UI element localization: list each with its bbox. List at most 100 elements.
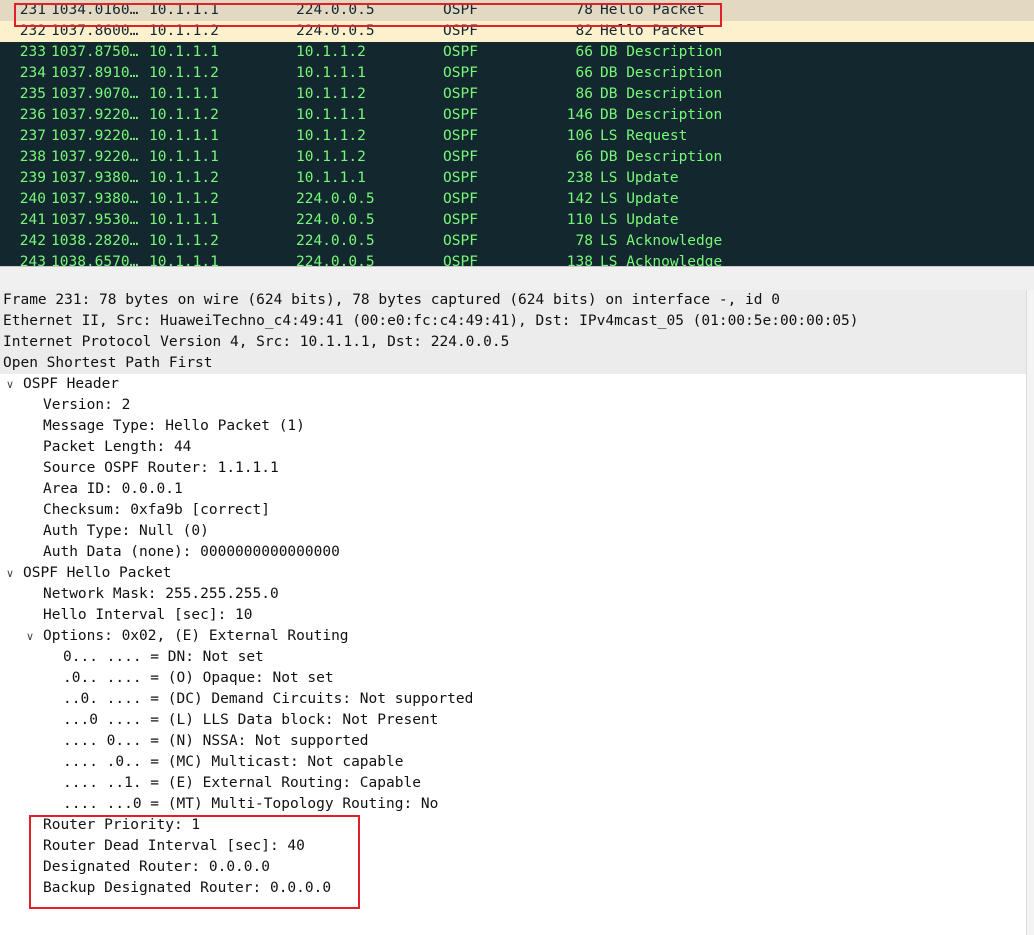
detail-tree-row[interactable]: .... 0... = (N) NSSA: Not supported	[0, 731, 1026, 752]
chevron-down-icon[interactable]: ∨	[3, 374, 17, 395]
detail-tree-row[interactable]: Checksum: 0xfa9b [correct]	[0, 500, 1026, 521]
detail-tree-row[interactable]: Backup Designated Router: 0.0.0.0	[0, 878, 1026, 899]
detail-tree-row[interactable]: Router Dead Interval [sec]: 40	[0, 836, 1026, 857]
packet-row[interactable]: 241 1037.9530… 10.1.1.1 224.0.0.5 OSPF 110 LS …	[0, 210, 1034, 231]
packet-cell-time: 1038.2820…	[51, 233, 139, 249]
detail-tree-label: .... ...0 = (MT) Multi-Topology Routing:…	[63, 796, 439, 812]
detail-tree-row[interactable]: Source OSPF Router: 1.1.1.1	[0, 458, 1026, 479]
packet-cell-time: 1037.9380…	[51, 170, 139, 186]
packet-cell-no: 236	[19, 107, 46, 123]
detail-tree-row[interactable]: Router Priority: 1	[0, 815, 1026, 836]
detail-tree-label: Ethernet II, Src: HuaweiTechno_c4:49:41 …	[3, 313, 859, 329]
detail-tree-row[interactable]: Frame 231: 78 bytes on wire (624 bits), …	[0, 290, 1026, 311]
packet-cell-src: 10.1.1.1	[149, 212, 219, 228]
packet-row[interactable]: 239 1037.9380… 10.1.1.2 10.1.1.1 OSPF 238 LS U…	[0, 168, 1034, 189]
packet-cell-no: 238	[19, 149, 46, 165]
packet-cell-proto: OSPF	[443, 2, 478, 18]
detail-tree-row[interactable]: Version: 2	[0, 395, 1026, 416]
detail-tree-row[interactable]: ∨ Options: 0x02, (E) External Routing	[0, 626, 1026, 647]
packet-cell-no: 235	[19, 86, 46, 102]
detail-tree-label: Internet Protocol Version 4, Src: 10.1.1…	[3, 334, 510, 350]
packet-row[interactable]: 235 1037.9070… 10.1.1.1 10.1.1.2 OSPF 86 DB De…	[0, 84, 1034, 105]
detail-tree-row[interactable]: .... .0.. = (MC) Multicast: Not capable	[0, 752, 1026, 773]
packet-cell-dst: 224.0.0.5	[296, 191, 375, 207]
detail-tree-label: Open Shortest Path First	[3, 355, 213, 371]
packet-row[interactable]: 237 1037.9220… 10.1.1.1 10.1.1.2 OSPF 106 LS R…	[0, 126, 1034, 147]
detail-tree-row[interactable]: ...0 .... = (L) LLS Data block: Not Pres…	[0, 710, 1026, 731]
detail-tree-row[interactable]: ∨ OSPF Header	[0, 374, 1026, 395]
packet-cell-info: LS Update	[600, 191, 679, 207]
packet-cell-dst: 10.1.1.1	[296, 170, 366, 186]
detail-tree-row[interactable]: .0.. .... = (O) Opaque: Not set	[0, 668, 1026, 689]
detail-tree-row[interactable]: .... ...0 = (MT) Multi-Topology Routing:…	[0, 794, 1026, 815]
packet-cell-dst: 10.1.1.1	[296, 65, 366, 81]
details-scrollbar[interactable]	[1026, 290, 1034, 935]
detail-tree-label: Router Priority: 1	[43, 817, 201, 833]
packet-row[interactable]: 243 1038.6570… 10.1.1.1 224.0.0.5 OSPF 138 LS …	[0, 252, 1034, 266]
detail-tree-row[interactable]: Internet Protocol Version 4, Src: 10.1.1…	[0, 332, 1026, 353]
packet-cell-src: 10.1.1.1	[149, 254, 219, 266]
detail-tree-label: Options: 0x02, (E) External Routing	[43, 628, 349, 644]
packet-row[interactable]: 234 1037.8910… 10.1.1.2 10.1.1.1 OSPF 66 DB De…	[0, 63, 1034, 84]
detail-tree-label: .... 0... = (N) NSSA: Not supported	[63, 733, 369, 749]
detail-tree-row[interactable]: Network Mask: 255.255.255.0	[0, 584, 1026, 605]
detail-tree-row[interactable]: 0... .... = DN: Not set	[0, 647, 1026, 668]
packet-row[interactable]: 242 1038.2820… 10.1.1.2 224.0.0.5 OSPF 78 LS A…	[0, 231, 1034, 252]
packet-cell-proto: OSPF	[443, 44, 478, 60]
packet-cell-src: 10.1.1.1	[149, 128, 219, 144]
chevron-down-icon[interactable]: ∨	[3, 563, 17, 584]
packet-row[interactable]: 240 1037.9380… 10.1.1.2 224.0.0.5 OSPF 142 LS …	[0, 189, 1034, 210]
packet-cell-len: 106	[566, 128, 593, 144]
packet-cell-no: 231	[19, 2, 46, 18]
packet-cell-len: 146	[566, 107, 593, 123]
packet-cell-dst: 10.1.1.2	[296, 149, 366, 165]
detail-tree-row[interactable]: ..0. .... = (DC) Demand Circuits: Not su…	[0, 689, 1026, 710]
detail-tree-row[interactable]: Packet Length: 44	[0, 437, 1026, 458]
packet-list-pane[interactable]: 231 1034.0160… 10.1.1.1 224.0.0.5 OSPF 78 Hell…	[0, 0, 1034, 266]
packet-cell-src: 10.1.1.2	[149, 233, 219, 249]
packet-cell-info: LS Update	[600, 170, 679, 186]
detail-tree-label: Designated Router: 0.0.0.0	[43, 859, 270, 875]
packet-cell-proto: OSPF	[443, 23, 478, 39]
packet-cell-no: 241	[19, 212, 46, 228]
packet-cell-info: LS Acknowledge	[600, 254, 723, 266]
packet-row[interactable]: 236 1037.9220… 10.1.1.2 10.1.1.1 OSPF 146 DB D…	[0, 105, 1034, 126]
packet-row[interactable]: 232 1037.8600… 10.1.1.2 224.0.0.5 OSPF 82 Hell…	[0, 21, 1034, 42]
packet-cell-no: 232	[19, 23, 46, 39]
packet-cell-time: 1037.9220…	[51, 128, 139, 144]
detail-tree-label: Frame 231: 78 bytes on wire (624 bits), …	[3, 292, 780, 308]
detail-tree-row[interactable]: ∨ OSPF Hello Packet	[0, 563, 1026, 584]
packet-cell-time: 1034.0160…	[51, 2, 139, 18]
packet-cell-info: DB Description	[600, 107, 723, 123]
detail-tree-row[interactable]: Hello Interval [sec]: 10	[0, 605, 1026, 626]
packet-row[interactable]: 238 1037.9220… 10.1.1.1 10.1.1.2 OSPF 66 DB De…	[0, 147, 1034, 168]
packet-cell-proto: OSPF	[443, 128, 478, 144]
detail-tree-label: Area ID: 0.0.0.1	[43, 481, 183, 497]
pane-splitter[interactable]	[0, 266, 1034, 291]
packet-cell-no: 239	[19, 170, 46, 186]
packet-row[interactable]: 233 1037.8750… 10.1.1.1 10.1.1.2 OSPF 66 DB De…	[0, 42, 1034, 63]
packet-cell-dst: 224.0.0.5	[296, 254, 375, 266]
packet-row[interactable]: 231 1034.0160… 10.1.1.1 224.0.0.5 OSPF 78 Hell…	[0, 0, 1034, 21]
detail-tree-row[interactable]: Auth Data (none): 0000000000000000	[0, 542, 1026, 563]
packet-cell-len: 86	[575, 86, 593, 102]
packet-cell-dst: 10.1.1.1	[296, 107, 366, 123]
packet-cell-dst: 224.0.0.5	[296, 2, 375, 18]
packet-cell-info: Hello Packet	[600, 23, 705, 39]
detail-tree-row[interactable]: Open Shortest Path First	[0, 353, 1026, 374]
packet-cell-time: 1037.8910…	[51, 65, 139, 81]
detail-tree-row[interactable]: Message Type: Hello Packet (1)	[0, 416, 1026, 437]
detail-tree-row[interactable]: .... ..1. = (E) External Routing: Capabl…	[0, 773, 1026, 794]
packet-details-pane[interactable]: Frame 231: 78 bytes on wire (624 bits), …	[0, 290, 1026, 935]
packet-cell-dst: 10.1.1.2	[296, 86, 366, 102]
detail-tree-label: .... ..1. = (E) External Routing: Capabl…	[63, 775, 421, 791]
detail-tree-row[interactable]: Ethernet II, Src: HuaweiTechno_c4:49:41 …	[0, 311, 1026, 332]
detail-tree-row[interactable]: Auth Type: Null (0)	[0, 521, 1026, 542]
packet-cell-len: 66	[575, 65, 593, 81]
detail-tree-row[interactable]: Designated Router: 0.0.0.0	[0, 857, 1026, 878]
detail-tree-row[interactable]: Area ID: 0.0.0.1	[0, 479, 1026, 500]
packet-cell-no: 237	[19, 128, 46, 144]
chevron-down-icon[interactable]: ∨	[23, 626, 37, 647]
packet-cell-proto: OSPF	[443, 149, 478, 165]
packet-cell-no: 233	[19, 44, 46, 60]
